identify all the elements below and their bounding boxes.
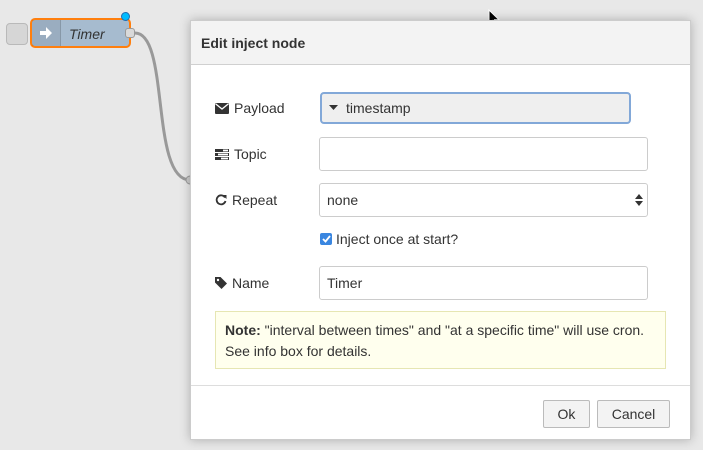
note-text: "interval between times" and "at a speci… <box>225 322 645 359</box>
note-prefix: Note: <box>225 322 261 338</box>
inject-once-row: Inject once at start? <box>320 231 458 247</box>
repeat-label: Repeat <box>215 192 277 208</box>
node-changed-indicator <box>121 12 130 21</box>
name-label-text: Name <box>232 275 270 291</box>
ok-button[interactable]: Ok <box>543 400 590 428</box>
inject-once-checkbox[interactable] <box>320 233 332 245</box>
node-label: Timer <box>69 26 105 42</box>
name-label: Name <box>215 275 269 291</box>
name-input[interactable]: Timer <box>319 266 648 300</box>
topic-input[interactable] <box>319 137 648 171</box>
inject-arrow-icon <box>32 20 61 46</box>
topic-label-text: Topic <box>234 146 267 162</box>
topic-label: Topic <box>215 146 267 162</box>
checkmark-icon <box>321 235 331 243</box>
repeat-value: none <box>327 192 359 208</box>
name-row: Name Timer <box>191 266 690 300</box>
payload-label-text: Payload <box>234 100 285 116</box>
info-note: Note: "interval between times" and "at a… <box>215 311 666 369</box>
repeat-select[interactable]: none <box>319 183 648 217</box>
edit-inject-dialog: Edit inject node Payload timestamp Topic… <box>190 20 691 440</box>
name-value: Timer <box>327 275 363 291</box>
select-arrows-icon <box>635 194 643 206</box>
inject-trigger-button[interactable] <box>6 23 28 45</box>
envelope-icon <box>215 102 229 114</box>
cancel-button[interactable]: Cancel <box>597 400 670 428</box>
dialog-header: Edit inject node <box>191 21 690 65</box>
payload-label: Payload <box>215 100 285 116</box>
caret-down-icon[interactable] <box>329 105 338 111</box>
payload-typed-input[interactable]: timestamp <box>320 92 631 124</box>
dialog-title: Edit inject node <box>201 34 306 51</box>
tag-icon <box>215 277 227 289</box>
repeat-row: Repeat none <box>191 183 690 217</box>
topic-row: Topic <box>191 137 690 171</box>
payload-value: timestamp <box>346 100 411 116</box>
repeat-label-text: Repeat <box>232 192 278 208</box>
repeat-icon <box>215 194 227 206</box>
payload-row: Payload timestamp <box>191 91 690 125</box>
tasks-icon <box>215 148 229 160</box>
inject-once-label[interactable]: Inject once at start? <box>336 231 458 247</box>
node-output-port[interactable] <box>125 28 135 38</box>
timer-node[interactable]: Timer <box>30 18 131 48</box>
dialog-footer: Ok Cancel <box>191 385 690 441</box>
